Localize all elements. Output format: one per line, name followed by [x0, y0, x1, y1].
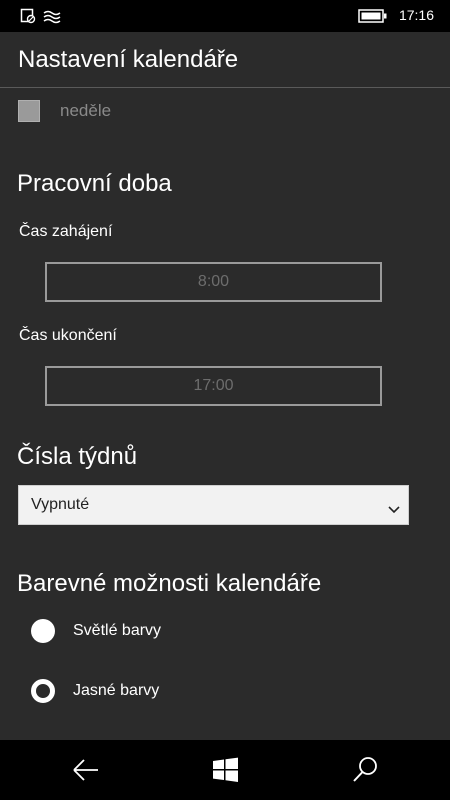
search-icon[interactable]	[350, 755, 382, 785]
sunday-checkbox-row[interactable]: neděle	[18, 99, 218, 125]
notification-icon	[20, 8, 36, 29]
page-title: Nastavení kalendáře	[18, 46, 239, 73]
radio-label-light-colors: Světlé barvy	[73, 622, 162, 639]
windows-icon[interactable]	[210, 755, 242, 785]
page-header: Nastavení kalendáře	[0, 32, 450, 88]
end-time-value: 17:00	[193, 377, 234, 394]
radio-option-light-colors[interactable]: Světlé barvy	[31, 619, 331, 647]
back-icon[interactable]	[70, 755, 102, 785]
chevron-down-icon	[388, 501, 400, 519]
status-time: 17:16	[398, 7, 434, 23]
start-time-label: Čas zahájení	[19, 223, 113, 240]
end-time-label: Čas ukončení	[19, 327, 117, 344]
week-numbers-selected: Vypnuté	[31, 496, 90, 513]
radio-option-bright-colors[interactable]: Jasné barvy	[31, 679, 331, 707]
battery-icon	[358, 9, 388, 28]
week-numbers-dropdown[interactable]: Vypnuté	[18, 485, 409, 525]
radio-button[interactable]	[31, 619, 55, 643]
start-time-field[interactable]: 8:00	[45, 262, 382, 302]
week-numbers-title: Čísla týdnů	[17, 443, 138, 470]
start-time-value: 8:00	[197, 273, 230, 290]
sunday-checkbox[interactable]	[18, 100, 40, 122]
status-bar: 17:16	[0, 0, 450, 32]
radio-label-bright-colors: Jasné barvy	[73, 682, 160, 699]
sunday-checkbox-label: neděle	[60, 101, 112, 120]
working-hours-title: Pracovní doba	[17, 170, 172, 197]
navigation-bar	[0, 740, 450, 800]
end-time-field[interactable]: 17:00	[45, 366, 382, 406]
radio-button-selected[interactable]	[31, 679, 55, 703]
color-options-title: Barevné možnosti kalendáře	[17, 570, 322, 597]
wifi-icon	[42, 8, 62, 29]
